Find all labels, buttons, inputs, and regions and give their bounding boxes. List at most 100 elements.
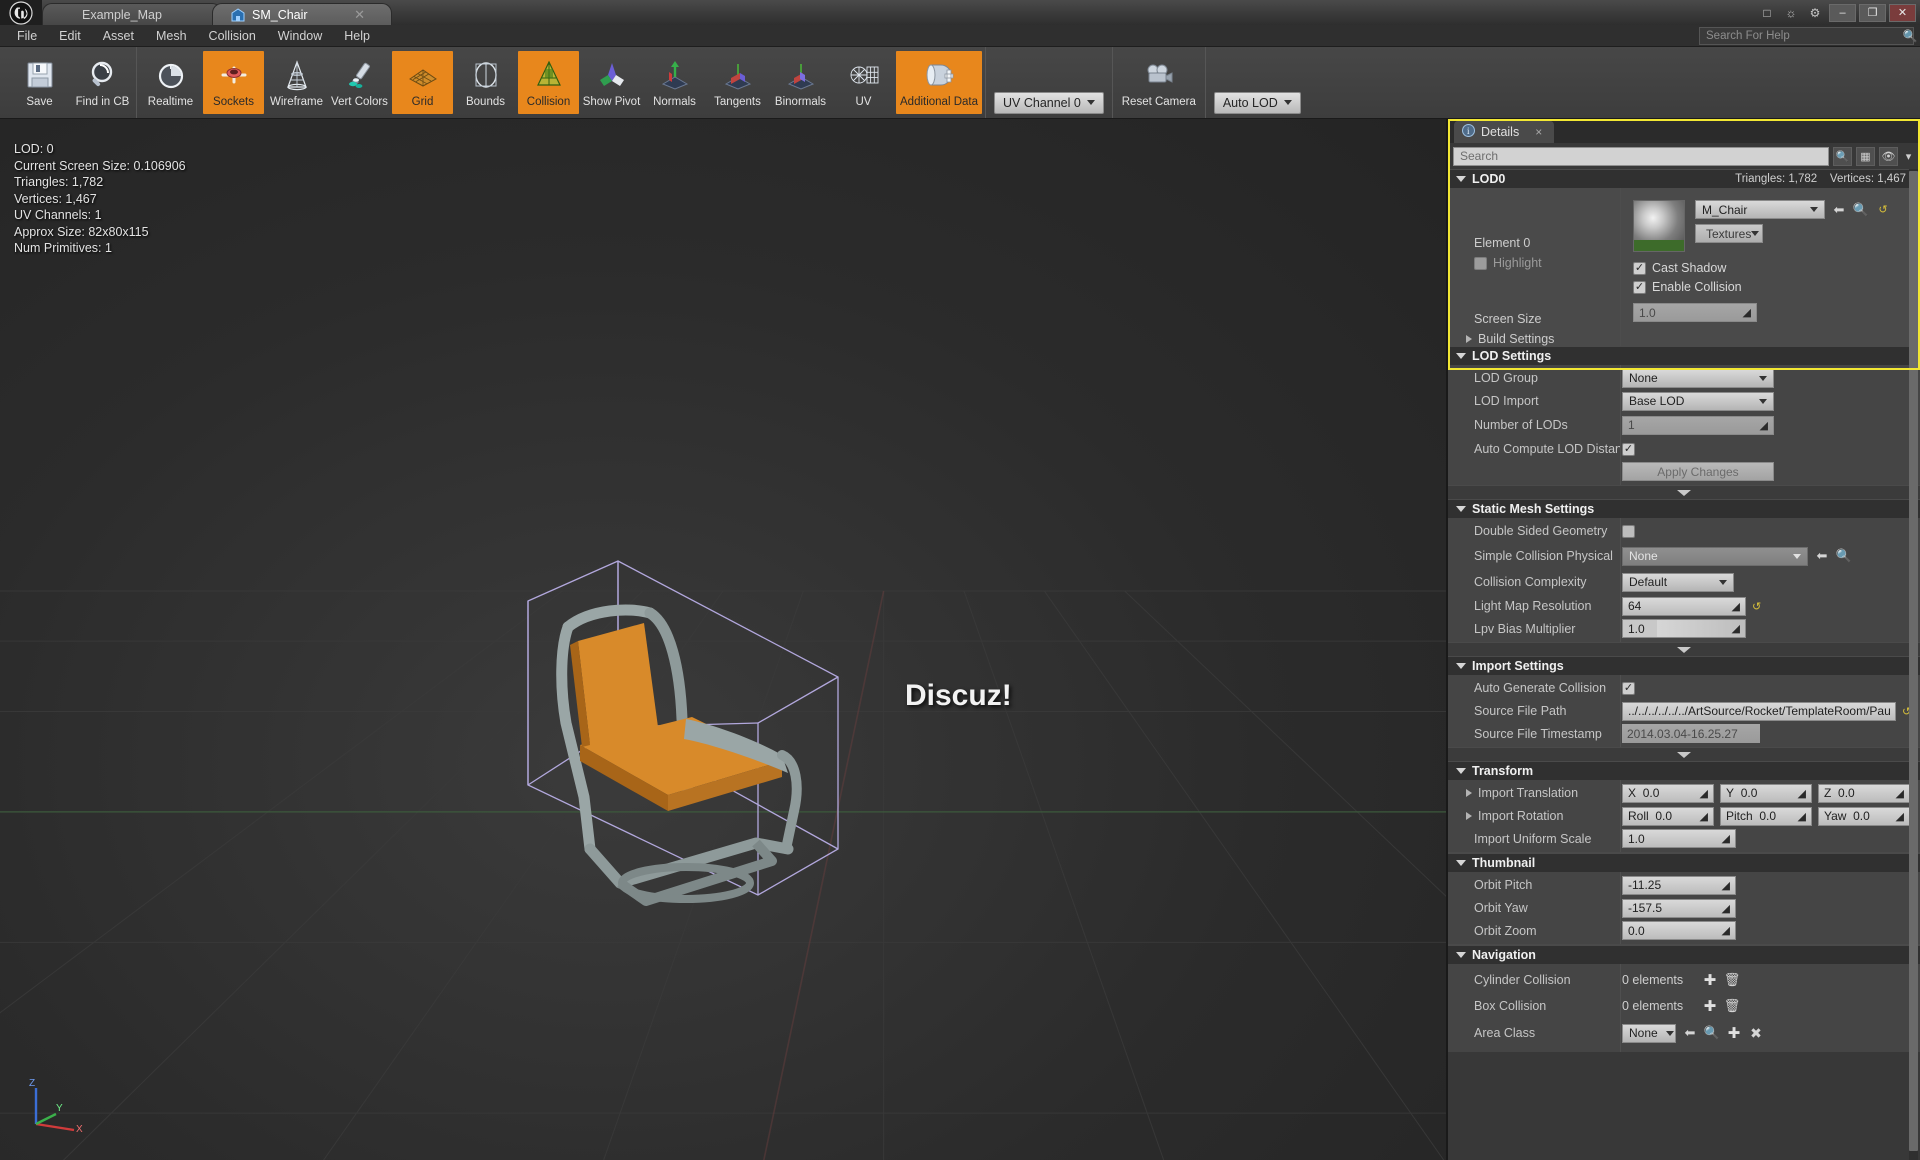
expand-triangle-icon[interactable] bbox=[1466, 789, 1472, 797]
import-translation-x-input[interactable]: X 0.0 ◢ bbox=[1622, 783, 1714, 803]
find-in-cb-button[interactable]: Find in CB bbox=[72, 51, 133, 114]
normals-button[interactable]: Normals bbox=[644, 51, 705, 114]
enable-collision-checkbox[interactable]: ✓ bbox=[1633, 280, 1646, 294]
reset-to-default-icon[interactable]: ↺ bbox=[1752, 600, 1761, 613]
auto-generate-collision-checkbox[interactable]: ✓ bbox=[1622, 681, 1635, 695]
close-icon[interactable]: × bbox=[1535, 125, 1542, 139]
menu-help[interactable]: Help bbox=[333, 25, 381, 47]
highlight-row[interactable]: Highlight bbox=[1474, 256, 1620, 270]
section-header-thumbnail[interactable]: Thumbnail bbox=[1448, 853, 1920, 872]
spinner-icon[interactable]: ◢ bbox=[1798, 787, 1806, 800]
trash-icon[interactable]: 🗑 bbox=[1724, 972, 1741, 988]
close-icon[interactable]: ✕ bbox=[342, 7, 365, 23]
lod-settings-expander[interactable] bbox=[1448, 485, 1920, 499]
highlight-checkbox[interactable] bbox=[1474, 256, 1487, 270]
spinner-icon[interactable]: ◢ bbox=[1732, 622, 1740, 635]
grid-view-icon[interactable]: ▦ bbox=[1856, 146, 1875, 166]
lod-import-dropdown[interactable]: Base LOD bbox=[1622, 391, 1774, 411]
cast-shadow-row[interactable]: ✓ Cast Shadow bbox=[1633, 261, 1920, 275]
spinner-icon[interactable]: ◢ bbox=[1722, 832, 1730, 845]
spinner-icon[interactable]: ◢ bbox=[1700, 810, 1708, 823]
simple-collision-physical-dropdown[interactable]: None bbox=[1622, 546, 1808, 566]
import-translation-z-input[interactable]: Z 0.0 ◢ bbox=[1818, 783, 1910, 803]
collision-complexity-dropdown[interactable]: Default bbox=[1622, 572, 1734, 592]
tangents-button[interactable]: Tangents bbox=[707, 51, 768, 114]
expand-triangle-icon[interactable] bbox=[1466, 812, 1472, 820]
chevron-down-icon[interactable]: ▾ bbox=[1902, 147, 1915, 166]
double-sided-geometry-checkbox[interactable] bbox=[1622, 524, 1635, 538]
light-map-resolution-input[interactable]: 64 ◢ bbox=[1622, 596, 1746, 616]
eye-icon[interactable]: 👁 bbox=[1879, 146, 1898, 166]
cast-shadow-checkbox[interactable]: ✓ bbox=[1633, 261, 1646, 275]
maximize-button[interactable]: ❐ bbox=[1859, 3, 1886, 22]
search-icon[interactable]: 🔍 bbox=[1833, 146, 1852, 166]
import-rotation-pitch-input[interactable]: Pitch 0.0 ◢ bbox=[1720, 806, 1812, 826]
tab-details[interactable]: i Details × bbox=[1454, 121, 1555, 143]
close-button[interactable]: ✕ bbox=[1889, 3, 1916, 22]
spinner-icon[interactable]: ◢ bbox=[1896, 810, 1904, 823]
uv-button[interactable]: UV bbox=[833, 51, 894, 114]
trash-icon[interactable]: 🗑 bbox=[1724, 998, 1741, 1014]
grid-button[interactable]: Grid bbox=[392, 51, 453, 114]
area-class-dropdown[interactable]: None bbox=[1622, 1023, 1676, 1043]
tab-sm-chair[interactable]: SM_Chair ✕ bbox=[212, 3, 392, 25]
bounds-button[interactable]: Bounds bbox=[455, 51, 516, 114]
browse-icon[interactable]: 🔍 bbox=[1836, 548, 1852, 564]
import-rotation-roll-input[interactable]: Roll 0.0 ◢ bbox=[1622, 806, 1714, 826]
wireframe-button[interactable]: Wireframe bbox=[266, 51, 327, 114]
browse-icon[interactable]: 🔍 bbox=[1853, 202, 1869, 218]
plus-icon[interactable]: ✚ bbox=[1702, 972, 1718, 989]
menu-window[interactable]: Window bbox=[267, 25, 333, 47]
menu-collision[interactable]: Collision bbox=[198, 25, 267, 47]
plus-icon[interactable]: ✚ bbox=[1726, 1025, 1742, 1042]
show-pivot-button[interactable]: Show Pivot bbox=[581, 51, 642, 114]
reset-camera-button[interactable]: Reset Camera bbox=[1116, 51, 1202, 114]
apply-changes-button[interactable]: Apply Changes bbox=[1622, 462, 1774, 481]
orbit-zoom-input[interactable]: 0.0 ◢ bbox=[1622, 921, 1736, 940]
minimize-button[interactable]: – bbox=[1829, 3, 1856, 22]
reset-to-default-icon[interactable]: ↺ bbox=[1875, 202, 1891, 218]
material-thumbnail[interactable] bbox=[1633, 200, 1685, 252]
orbit-pitch-input[interactable]: -11.25 ◢ bbox=[1622, 875, 1736, 895]
save-button[interactable]: Save bbox=[9, 51, 70, 114]
textures-dropdown-button[interactable]: Textures bbox=[1695, 224, 1763, 243]
spinner-icon[interactable]: ◢ bbox=[1732, 600, 1740, 613]
scrollbar-thumb[interactable] bbox=[1909, 171, 1918, 1151]
lpv-bias-multiplier-input[interactable]: 1.0 ◢ bbox=[1622, 619, 1746, 638]
import-rotation-yaw-input[interactable]: Yaw 0.0 ◢ bbox=[1818, 806, 1910, 826]
collision-button[interactable]: Collision bbox=[518, 51, 579, 114]
source-file-path-input[interactable]: ../../../../../../ArtSource/Rocket/Templ… bbox=[1622, 701, 1896, 721]
settings-icon[interactable]: ⚙ bbox=[1804, 3, 1826, 23]
section-header-lod0[interactable]: LOD0 Triangles: 1,782 Vertices: 1,467 bbox=[1448, 169, 1920, 188]
details-scrollbar[interactable] bbox=[1909, 169, 1918, 1160]
orbit-yaw-input[interactable]: -157.5 ◢ bbox=[1622, 898, 1736, 918]
back-arrow-icon[interactable]: ⬅ bbox=[1814, 548, 1830, 564]
menu-asset[interactable]: Asset bbox=[92, 25, 145, 47]
spinner-icon[interactable]: ◢ bbox=[1722, 902, 1730, 915]
tab-example-map[interactable]: Example_Map bbox=[42, 3, 222, 25]
build-settings-row[interactable]: Build Settings bbox=[1466, 332, 1620, 346]
spinner-icon[interactable]: ◢ bbox=[1722, 879, 1730, 892]
back-arrow-icon[interactable]: ⬅ bbox=[1831, 202, 1847, 218]
spinner-icon[interactable]: ◢ bbox=[1700, 787, 1708, 800]
feedback-icon[interactable]: ☼ bbox=[1780, 3, 1802, 23]
import-settings-expander[interactable] bbox=[1448, 747, 1920, 761]
section-header-transform[interactable]: Transform bbox=[1448, 761, 1920, 780]
spinner-icon[interactable]: ◢ bbox=[1798, 810, 1806, 823]
sockets-button[interactable]: Sockets bbox=[203, 51, 264, 114]
material-slot-dropdown[interactable]: M_Chair bbox=[1695, 200, 1825, 219]
search-icon[interactable]: 🔍 bbox=[1898, 26, 1920, 46]
uv-channel-dropdown[interactable]: UV Channel 0 bbox=[994, 91, 1104, 114]
menu-file[interactable]: File bbox=[6, 25, 48, 47]
auto-compute-lod-checkbox[interactable]: ✓ bbox=[1622, 442, 1635, 456]
spinner-icon[interactable]: ◢ bbox=[1722, 924, 1730, 937]
spinner-icon[interactable]: ◢ bbox=[1760, 419, 1768, 432]
import-uniform-scale-input[interactable]: 1.0 ◢ bbox=[1622, 829, 1736, 848]
console-icon[interactable]: □ bbox=[1756, 3, 1778, 23]
clear-x-icon[interactable]: ✖ bbox=[1748, 1025, 1764, 1041]
search-input[interactable]: Search bbox=[1453, 146, 1829, 166]
screen-size-input[interactable]: 1.0 ◢ bbox=[1633, 303, 1757, 322]
binormals-button[interactable]: Binormals bbox=[770, 51, 831, 114]
section-header-navigation[interactable]: Navigation bbox=[1448, 945, 1920, 964]
spinner-icon[interactable]: ◢ bbox=[1896, 787, 1904, 800]
